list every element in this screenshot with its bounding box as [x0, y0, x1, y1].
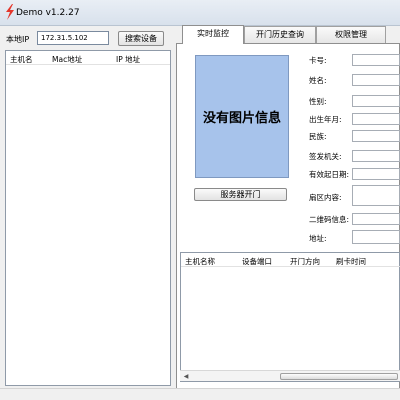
status-bar — [0, 388, 400, 400]
records-header: 主机名称 设备端口 开门方向 刷卡时间 — [181, 253, 400, 267]
field-label-sector: 扇区内容: — [309, 193, 342, 202]
tab-permission[interactable]: 权限管理 — [316, 26, 386, 43]
name-field[interactable] — [352, 74, 400, 86]
field-label-issuer: 签发机关: — [309, 152, 342, 161]
column-open-direction[interactable]: 开门方向 — [290, 256, 320, 267]
valid-date-field[interactable] — [352, 168, 400, 180]
sector-content-field[interactable] — [352, 185, 400, 206]
app-logo-icon — [6, 4, 14, 20]
field-label-gender: 性别: — [309, 97, 327, 106]
field-label-valid-date: 有效起日期: — [309, 170, 350, 179]
column-mac[interactable]: Mac地址 — [52, 54, 82, 65]
server-open-door-button[interactable]: 服务器开门 — [194, 188, 287, 201]
title-bar[interactable]: Demo v1.2.27 — [0, 0, 400, 26]
window-title: Demo v1.2.27 — [16, 8, 80, 18]
field-label-name: 姓名: — [309, 76, 327, 85]
column-host-name[interactable]: 主机名称 — [185, 256, 215, 267]
column-device-port[interactable]: 设备端口 — [242, 256, 272, 267]
ethnicity-field[interactable] — [352, 130, 400, 142]
tab-open-history[interactable]: 开门历史查询 — [244, 26, 316, 43]
gender-field[interactable] — [352, 95, 400, 107]
device-list[interactable]: 主机名 Mac地址 IP 地址 — [5, 50, 171, 386]
address-field[interactable] — [352, 230, 400, 244]
column-hostname[interactable]: 主机名 — [10, 54, 33, 65]
field-label-qrcode: 二维码信息: — [309, 215, 350, 224]
field-label-ethnicity: 民族: — [309, 132, 327, 141]
door-records-list[interactable]: 主机名称 设备端口 开门方向 刷卡时间 — [180, 252, 400, 382]
records-horizontal-scrollbar[interactable]: ◀ — [180, 370, 400, 381]
scroll-left-icon[interactable]: ◀ — [181, 372, 191, 381]
qrcode-field[interactable] — [352, 213, 400, 225]
card-no-field[interactable] — [352, 54, 400, 66]
field-label-address: 地址: — [309, 234, 327, 243]
tab-realtime-monitor[interactable]: 实时监控 — [182, 25, 244, 44]
device-list-header: 主机名 Mac地址 IP 地址 — [6, 51, 170, 65]
no-image-text: 没有图片信息 — [202, 111, 281, 126]
field-label-birth: 出生年月: — [309, 115, 342, 124]
issuer-field[interactable] — [352, 150, 400, 162]
search-device-button[interactable]: 搜索设备 — [118, 31, 164, 46]
local-ip-field[interactable]: 172.31.5.102 — [37, 31, 109, 45]
field-label-card-no: 卡号: — [309, 56, 327, 65]
scroll-thumb[interactable] — [280, 373, 398, 380]
local-ip-label: 本地IP — [6, 35, 30, 44]
column-swipe-time[interactable]: 刷卡时间 — [336, 256, 366, 267]
photo-box: 没有图片信息 — [195, 55, 289, 178]
birth-field[interactable] — [352, 113, 400, 125]
column-ip[interactable]: IP 地址 — [116, 54, 140, 65]
